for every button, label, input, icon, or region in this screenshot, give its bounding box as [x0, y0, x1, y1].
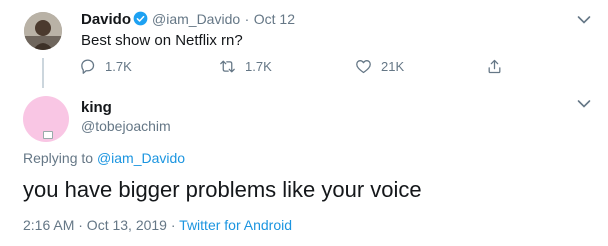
tweet-metadata: 2:16 AM · Oct 13, 2019 · Twitter for And…	[23, 217, 292, 233]
like-count: 21K	[381, 59, 405, 74]
author-name[interactable]: Davido	[81, 11, 131, 28]
replying-to-handle[interactable]: @iam_Davido	[97, 150, 185, 166]
reply-count: 1.7K	[105, 59, 132, 74]
author-handle[interactable]: @iam_Davido	[152, 11, 240, 27]
parent-tweet-text: Best show on Netflix rn?	[81, 32, 243, 49]
reply-author-handle[interactable]: @tobejoachim	[81, 118, 171, 134]
thread-connector-line	[42, 58, 44, 88]
replying-to: Replying to @iam_Davido	[23, 150, 185, 166]
verified-badge-icon	[133, 11, 148, 26]
tweet-timestamp[interactable]: 2:16 AM · Oct 13, 2019 ·	[23, 217, 179, 233]
like-action[interactable]: 21K	[355, 58, 404, 75]
reply-tweet-text: you have bigger problems like your voice	[23, 177, 422, 202]
reply-action[interactable]: 1.7K	[79, 58, 132, 75]
retweet-count: 1.7K	[245, 59, 272, 74]
reply-icon	[81, 59, 95, 74]
tweet-date[interactable]: Oct 12	[254, 11, 295, 27]
retweet-action[interactable]: 1.7K	[219, 58, 272, 75]
davido-avatar[interactable]	[24, 12, 62, 50]
tweet-client[interactable]: Twitter for Android	[179, 217, 292, 233]
chevron-down-icon[interactable]	[577, 15, 591, 25]
chevron-down-icon[interactable]	[577, 99, 591, 109]
separator-dot: ·	[244, 11, 250, 27]
replying-to-label: Replying to	[23, 150, 94, 166]
reply-author-name[interactable]: king	[81, 99, 112, 116]
retweet-icon	[220, 60, 235, 73]
share-icon	[488, 59, 501, 74]
avatar-image	[24, 12, 62, 50]
like-icon	[356, 60, 371, 74]
image-placeholder-icon	[43, 131, 53, 139]
parent-tweet-header: Davido @iam_Davido · Oct 12	[81, 11, 295, 29]
share-action[interactable]	[486, 58, 503, 75]
